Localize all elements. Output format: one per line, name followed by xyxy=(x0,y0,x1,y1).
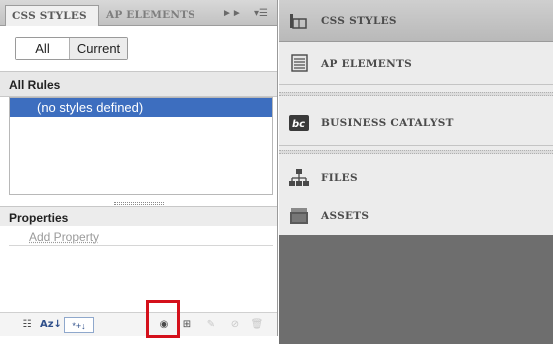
bottom-toolbar: ☷ Az↓ *+↓ ◉ ⊞ ✎ ⊘ 🗑 xyxy=(0,312,277,336)
panel-menu-icon[interactable]: ▾☰ xyxy=(254,7,268,21)
add-property-row: Add Property xyxy=(9,228,273,246)
panel-item-business-catalyst[interactable]: bc BUSINESS CATALYST xyxy=(279,100,553,146)
category-view-icon[interactable]: ☷ xyxy=(17,317,37,333)
assets-icon xyxy=(290,208,308,224)
tab-ap-elements[interactable]: AP ELEMENTS xyxy=(100,5,194,26)
panel-tab-bar: CSS STYLES AP ELEMENTS ►► ▾☰ xyxy=(0,0,277,26)
highlight-annotation-box xyxy=(146,300,180,338)
all-rules-header[interactable]: All Rules xyxy=(0,71,277,97)
panel-item-css-styles[interactable]: CSS STYLES xyxy=(279,0,553,42)
business-catalyst-icon: bc xyxy=(289,115,309,131)
bc-icon-text: bc xyxy=(292,119,305,130)
new-css-rule-icon[interactable]: ⊞ xyxy=(179,317,195,333)
show-set-properties-button[interactable]: *+↓ xyxy=(64,317,94,333)
rule-item-label: (no styles defined) xyxy=(37,100,144,115)
current-mode-button[interactable]: Current xyxy=(70,38,127,59)
panel-group-divider[interactable] xyxy=(279,150,553,154)
all-rules-heading: All Rules xyxy=(9,78,61,92)
delete-rule-icon[interactable]: 🗑 xyxy=(250,317,264,333)
properties-heading: Properties xyxy=(9,211,69,225)
expand-panels-icon[interactable]: ►► xyxy=(222,7,242,21)
panel-item-assets[interactable]: ASSETS xyxy=(279,198,553,235)
tab-css-styles[interactable]: CSS STYLES xyxy=(5,5,99,26)
css-styles-icon xyxy=(290,14,307,29)
css-styles-panel: CSS STYLES AP ELEMENTS ►► ▾☰ All Current… xyxy=(0,0,278,336)
panel-item-ap-elements[interactable]: AP ELEMENTS xyxy=(279,42,553,85)
all-mode-button[interactable]: All xyxy=(16,38,70,59)
disable-property-icon[interactable]: ⊘ xyxy=(228,317,242,333)
properties-header[interactable]: Properties xyxy=(0,206,277,226)
rules-list[interactable]: (no styles defined) xyxy=(9,97,273,195)
panel-label: ASSETS xyxy=(321,210,370,222)
alphabetical-view-icon[interactable]: Az↓ xyxy=(40,317,62,333)
panel-label: BUSINESS CATALYST xyxy=(321,117,454,129)
files-icon xyxy=(289,169,309,186)
panel-label: CSS STYLES xyxy=(321,15,397,27)
collapsed-panels: CSS STYLES AP ELEMENTS bc BUSINESS CATAL… xyxy=(279,0,553,344)
mode-switch: All Current xyxy=(15,37,128,60)
panel-icon-list: CSS STYLES AP ELEMENTS bc BUSINESS CATAL… xyxy=(279,0,553,235)
edit-rule-icon[interactable]: ✎ xyxy=(205,317,217,333)
pane-resize-handle[interactable] xyxy=(114,202,164,205)
panel-item-files[interactable]: FILES xyxy=(279,158,553,198)
list-item[interactable]: (no styles defined) xyxy=(10,98,272,117)
panel-label: AP ELEMENTS xyxy=(321,58,413,70)
panel-group-divider[interactable] xyxy=(279,92,553,96)
ap-elements-icon xyxy=(291,54,308,72)
panel-label: FILES xyxy=(321,172,358,184)
add-property-link[interactable]: Add Property xyxy=(29,230,99,244)
